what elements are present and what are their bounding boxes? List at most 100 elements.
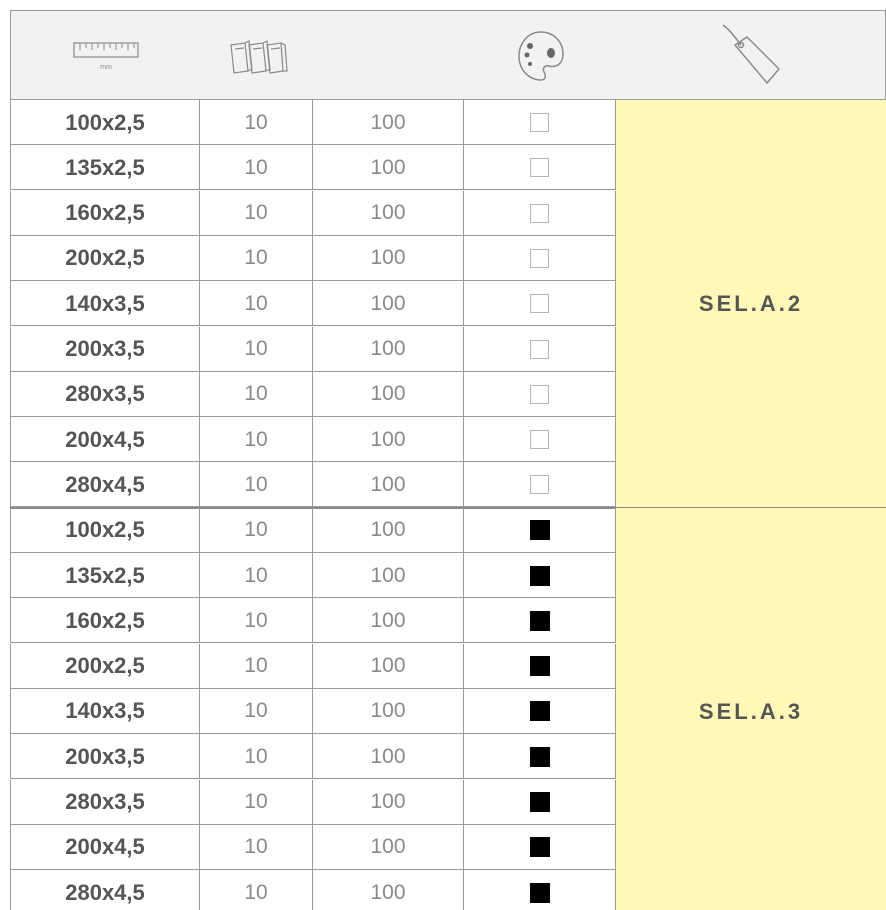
color-cell [464,100,616,145]
color-cell [464,417,616,463]
color-cell [464,145,616,191]
qty-column-header [201,11,314,101]
size-cell: 135x2,5 [10,145,200,191]
table-row: 280x4,5 10 100 [10,462,616,508]
color-cell [464,824,616,870]
table-row: 135x2,5 10 100 [10,145,616,191]
qty-cell: 10 [200,235,313,281]
boxes-icon [229,40,288,74]
color-swatch-black [529,701,550,722]
qty-cell: 10 [200,417,313,463]
code-column-header [617,11,886,101]
color-swatch-white [530,475,549,495]
size-cell: 200x3,5 [10,734,200,780]
pack-cell: 100 [313,281,464,327]
color-cell [464,734,616,780]
table-row: 200x3,5 10 100 [10,734,616,780]
pack-cell: 100 [313,326,464,372]
pack-cell: 100 [313,190,464,236]
color-swatch-white [530,384,549,404]
table-row: 200x2,5 10 100 [10,235,616,281]
pack-cell: 100 [313,507,464,553]
color-swatch-black [529,882,550,903]
table-row: 140x3,5 10 100 [10,688,616,734]
table-header: mm [10,10,886,100]
size-cell: 200x2,5 [10,235,200,281]
qty-cell: 10 [200,281,313,327]
qty-cell: 10 [200,326,313,372]
table-row: 200x4,5 10 100 [10,417,616,463]
qty-cell: 10 [200,598,313,644]
qty-cell: 10 [200,553,313,598]
color-swatch-black [529,565,550,586]
table-row: 160x2,5 10 100 [10,190,616,236]
palette-icon [518,31,564,81]
size-cell: 200x3,5 [10,326,200,372]
table-row: 200x3,5 10 100 [10,326,616,372]
table-row: 280x4,5 10 100 [10,870,616,910]
qty-cell: 10 [200,100,313,145]
pack-cell: 100 [313,462,464,508]
qty-cell: 10 [200,779,313,825]
color-swatch-white [530,294,549,314]
product-code-cell: SEL.A.2 [616,100,886,508]
pack-cell: 100 [313,870,464,910]
color-cell [464,462,616,508]
table-row: 200x4,5 10 100 [10,824,616,870]
size-cell: 100x2,5 [10,100,200,145]
color-cell [464,371,616,417]
pack-cell: 100 [313,235,464,281]
product-table: mm 100x2,5 10 100 135x2,5 10 100 160x2,5… [10,10,886,910]
pack-cell: 100 [313,824,464,870]
qty-cell: 10 [200,462,313,508]
pack-cell: 100 [313,643,464,689]
color-cell [464,235,616,281]
qty-cell: 10 [200,734,313,780]
color-cell [464,688,616,734]
size-cell: 140x3,5 [10,688,200,734]
qty-cell: 10 [200,688,313,734]
pack-cell: 100 [313,100,464,145]
size-cell: 135x2,5 [10,553,200,598]
color-cell [464,643,616,689]
size-cell: 280x4,5 [10,462,200,508]
color-cell [464,507,616,553]
color-cell [464,326,616,372]
product-code-cell: SEL.A.3 [616,507,886,910]
size-cell: 280x3,5 [10,371,200,417]
color-cell [464,598,616,644]
price-tag-icon [722,24,780,84]
pack-cell: 100 [313,688,464,734]
size-cell: 140x3,5 [10,281,200,327]
qty-cell: 10 [200,824,313,870]
color-column-header [465,11,617,101]
table-row: 135x2,5 10 100 [10,553,616,598]
size-cell: 200x4,5 [10,824,200,870]
table-row: 280x3,5 10 100 [10,371,616,417]
color-swatch-white [530,248,549,268]
size-cell: 100x2,5 [10,507,200,553]
size-column-header: mm [11,11,201,101]
table-row: 280x3,5 10 100 [10,779,616,825]
color-swatch-black [529,656,550,677]
qty-cell: 10 [200,643,313,689]
pack-cell: 100 [313,598,464,644]
pack-cell: 100 [313,553,464,598]
color-cell [464,779,616,825]
pack-cell: 100 [313,145,464,191]
qty-cell: 10 [200,145,313,191]
ruler-icon: mm [73,42,139,71]
pack-cell: 100 [313,734,464,780]
color-swatch-black [529,746,550,767]
size-cell: 280x3,5 [10,779,200,825]
color-cell [464,870,616,910]
color-swatch-white [530,203,549,223]
size-cell: 280x4,5 [10,870,200,910]
color-swatch-black [529,792,550,812]
qty-cell: 10 [200,190,313,236]
color-cell [464,281,616,327]
pack-cell: 100 [313,371,464,417]
table-row: 200x2,5 10 100 [10,643,616,689]
size-cell: 200x4,5 [10,417,200,463]
color-swatch-white [530,113,549,132]
